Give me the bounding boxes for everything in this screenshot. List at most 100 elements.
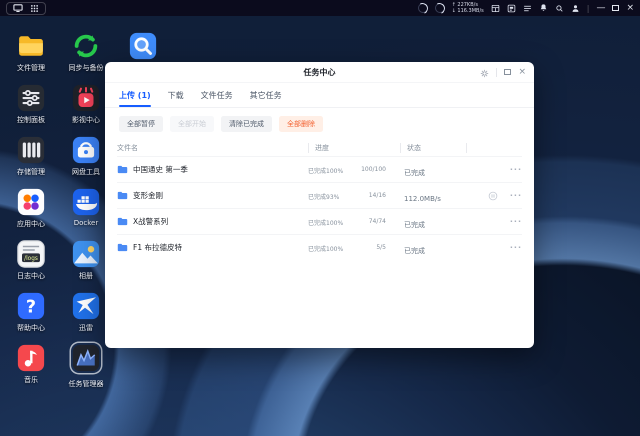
more-actions-icon[interactable]: ··· xyxy=(510,243,522,252)
table-row[interactable]: F1 布拉德皮特 已完成100% 5/5 已完成 ··· xyxy=(117,234,522,260)
progress-label: 已完成100% xyxy=(308,246,344,253)
titlebar-divider xyxy=(496,67,498,77)
tab-download[interactable]: 下载 xyxy=(168,90,184,107)
desktop-icon-file-manager[interactable]: 文件管理 xyxy=(3,31,59,73)
more-actions-icon[interactable]: ··· xyxy=(510,191,522,200)
clear-completed-button[interactable]: 清除已完成 xyxy=(221,116,272,132)
tab-file-tasks[interactable]: 文件任务 xyxy=(201,90,233,107)
start-all-button[interactable]: 全部开始 xyxy=(170,116,214,132)
desktop-icon-help-center[interactable]: ? 帮助中心 xyxy=(3,291,59,333)
cpu-gauge-icon[interactable] xyxy=(417,3,428,13)
task-toolbar: 全部暂停 全部开始 清除已完成 全部删除 xyxy=(105,108,534,139)
progress-label: 已完成100% xyxy=(308,220,344,227)
pause-task-icon[interactable] xyxy=(488,186,498,205)
notifications-bell-icon[interactable] xyxy=(539,3,548,13)
user-account-icon[interactable] xyxy=(571,4,580,13)
netdisk-tool-icon xyxy=(72,136,100,164)
menu-lines-icon[interactable] xyxy=(523,4,532,13)
log-center-icon: /logs xyxy=(17,240,45,268)
task-status: 112.0MB/s xyxy=(404,195,441,203)
network-speeds: ↑ 227KB/s ↓ 116.3MB/s xyxy=(452,2,484,15)
desktop-icon-label: 帮助中心 xyxy=(17,324,45,332)
file-manager-icon xyxy=(19,36,43,56)
table-row[interactable]: 中国通史 第一季 已完成100% 100/100 已完成 ··· xyxy=(117,156,522,182)
table-header: 文件名 进度 状态 xyxy=(117,139,522,156)
download-speed: ↓ 116.3MB/s xyxy=(451,8,484,14)
progress-count: 100/100 xyxy=(361,166,386,173)
table-row[interactable]: 变形金刚 已完成93% 14/16 112.0MB/s ··· xyxy=(117,182,522,208)
ram-gauge-icon[interactable] xyxy=(434,3,445,13)
close-button[interactable]: × xyxy=(626,3,634,13)
desktop-icon-log-center[interactable]: /logs 日志中心 xyxy=(3,239,59,281)
desktop-icon-label: 日志中心 xyxy=(17,272,45,280)
dialog-close-button[interactable]: × xyxy=(518,67,526,77)
task-table: 文件名 进度 状态 中国通史 第一季 已完成100% 100/100 已完成 ··… xyxy=(105,139,534,260)
taskbar-divider: | xyxy=(586,3,590,13)
selection-highlight xyxy=(71,343,101,373)
desktop-icon-label: 文件管理 xyxy=(17,64,45,72)
settings-gear-icon[interactable] xyxy=(480,63,489,82)
desktop-icon-task-manager[interactable]: 任务管理器 xyxy=(58,343,114,389)
column-status: 状态 xyxy=(400,142,466,153)
desktop-icon-label: 音乐 xyxy=(24,376,38,384)
task-status: 已完成 xyxy=(404,247,425,255)
app-center-icon xyxy=(17,188,45,216)
desktop-monitor-icon[interactable] xyxy=(13,3,23,13)
progress-count: 74/74 xyxy=(368,218,386,225)
taskbar: ↑ 227KB/s ↓ 116.3MB/s | — × xyxy=(0,0,640,16)
task-center-icon[interactable] xyxy=(491,4,500,13)
dialog-title: 任务中心 xyxy=(303,67,336,77)
taskbar-launcher-group[interactable] xyxy=(6,1,46,15)
desktop-icon-music[interactable]: 音乐 xyxy=(3,343,59,385)
music-icon xyxy=(17,344,45,372)
desktop-icon-app-center[interactable]: 应用中心 xyxy=(3,187,59,229)
desktop-icon-storage-manager[interactable]: 存储管理 xyxy=(3,135,59,177)
task-status: 已完成 xyxy=(404,221,425,229)
desktop-icon-control-panel[interactable]: 控制面板 xyxy=(3,83,59,125)
desktop-icon-label: 控制面板 xyxy=(17,116,45,124)
table-row[interactable]: X战警系列 已完成100% 74/74 已完成 ··· xyxy=(117,208,522,234)
svg-text:/logs: /logs xyxy=(24,256,38,262)
tab-upload[interactable]: 上传 (1) xyxy=(119,90,151,107)
progress-label: 已完成100% xyxy=(308,168,344,175)
minimize-button[interactable]: — xyxy=(596,3,605,13)
dialog-maximize-button[interactable] xyxy=(504,69,512,75)
task-center-window: 任务中心 × 上传 (1) 下载 文件任务 其它任务 全部暂停 全部开始 清除已… xyxy=(105,62,534,348)
task-status: 已完成 xyxy=(404,169,425,177)
column-filename: 文件名 xyxy=(117,143,138,152)
help-center-icon: ? xyxy=(17,292,45,320)
global-search-icon xyxy=(129,32,157,60)
more-actions-icon[interactable]: ··· xyxy=(510,165,522,174)
sync-backup-icon xyxy=(74,34,98,58)
screen: ↑ 227KB/s ↓ 116.3MB/s | — × 文件管理 同步与备份 控… xyxy=(0,0,640,436)
taskbar-status-area: ↑ 227KB/s ↓ 116.3MB/s | — × xyxy=(417,2,634,15)
folder-icon xyxy=(117,165,128,174)
pause-all-button[interactable]: 全部暂停 xyxy=(119,116,163,132)
storage-manager-icon xyxy=(17,136,45,164)
column-progress: 进度 xyxy=(308,142,400,153)
docker-icon xyxy=(72,188,100,216)
xunlei-bird-icon xyxy=(72,292,100,320)
app-grid-icon[interactable] xyxy=(30,4,39,13)
progress-count: 5/5 xyxy=(376,244,386,251)
column-actions xyxy=(466,142,522,153)
maximize-button[interactable] xyxy=(612,5,620,11)
task-manager-icon xyxy=(72,344,100,372)
progress-label: 已完成93% xyxy=(308,194,340,201)
photos-icon xyxy=(72,240,100,268)
more-actions-icon[interactable]: ··· xyxy=(510,217,522,226)
svg-text:?: ? xyxy=(26,297,36,317)
tab-other-tasks[interactable]: 其它任务 xyxy=(250,90,282,107)
search-icon[interactable] xyxy=(555,4,564,13)
dialog-titlebar[interactable]: 任务中心 × xyxy=(105,62,534,83)
widgets-icon[interactable] xyxy=(507,4,516,13)
task-tabs: 上传 (1) 下载 文件任务 其它任务 xyxy=(105,83,534,108)
progress-count: 14/16 xyxy=(368,192,386,199)
task-filename: X战警系列 xyxy=(133,217,169,226)
media-center-icon xyxy=(72,84,100,112)
delete-all-button[interactable]: 全部删除 xyxy=(279,116,323,132)
task-filename: 中国通史 第一季 xyxy=(133,165,188,174)
task-filename: F1 布拉德皮特 xyxy=(133,243,182,252)
folder-icon xyxy=(117,217,128,226)
desktop-icon-label: 应用中心 xyxy=(17,220,45,228)
